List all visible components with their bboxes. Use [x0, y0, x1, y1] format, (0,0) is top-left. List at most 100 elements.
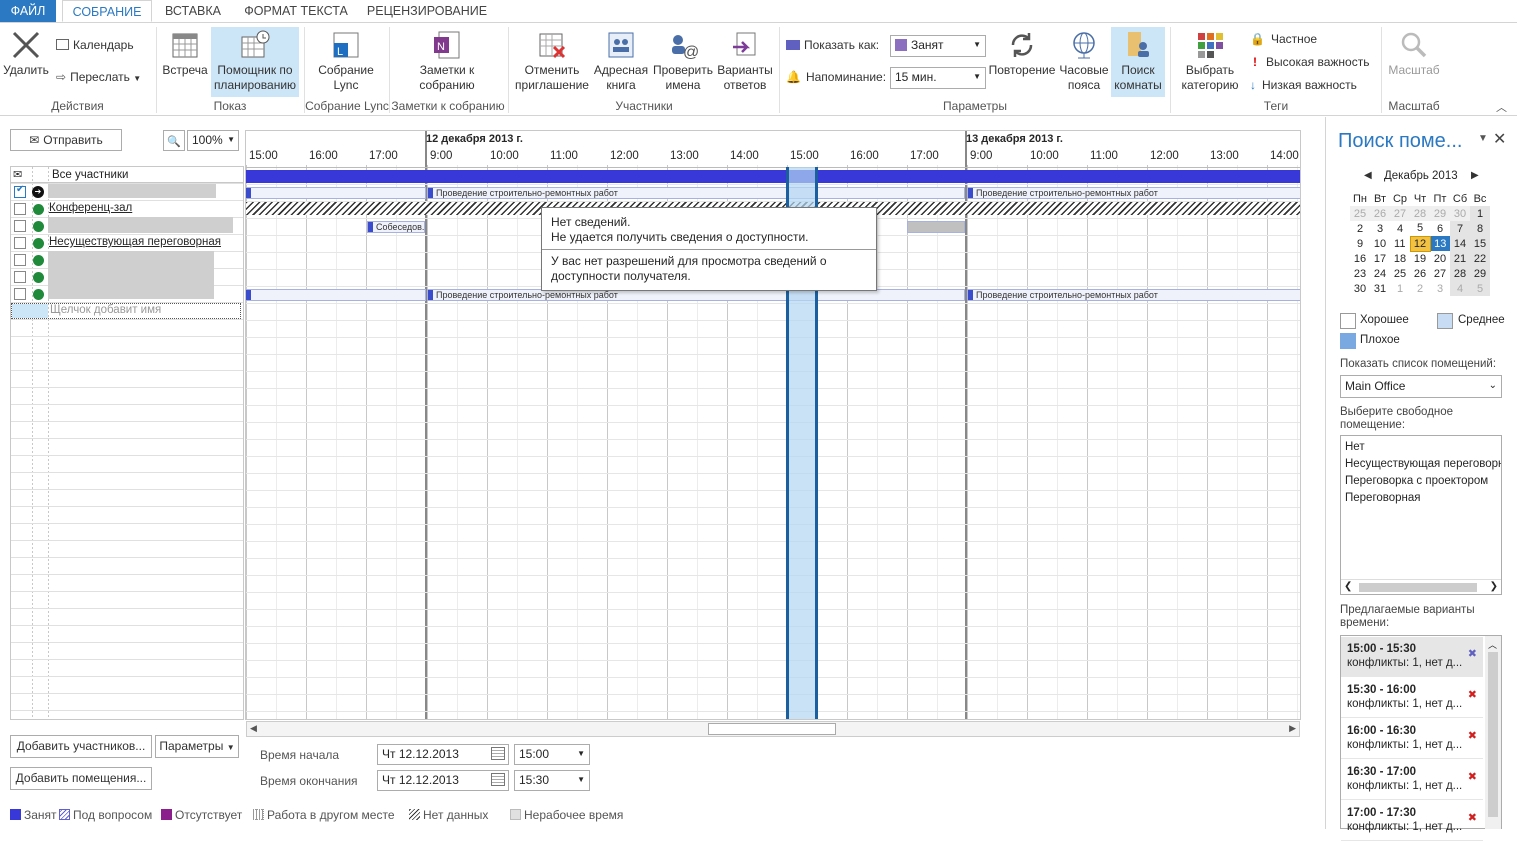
check-names-button[interactable]: @ Проверить имена [652, 29, 714, 93]
calendar-day[interactable]: 21 [1450, 251, 1470, 266]
calendar-day[interactable]: 7 [1450, 221, 1470, 236]
calendar-day[interactable]: 8 [1470, 221, 1490, 236]
close-icon[interactable]: ✕ [1493, 129, 1506, 149]
calendar-day[interactable]: 30 [1350, 281, 1370, 296]
scroll-up-icon[interactable]: ︿ [1488, 638, 1497, 651]
scroll-right-icon[interactable]: ▶ [1289, 723, 1296, 734]
calendar-day[interactable]: 30 [1450, 206, 1470, 221]
scroll-thumb[interactable] [708, 723, 836, 735]
suggested-time-item[interactable]: 17:00 - 17:30 конфликты: 1, нет д... ✖ [1341, 801, 1483, 841]
interview-event[interactable]: Собеседов... [367, 221, 425, 233]
suggested-time-item[interactable]: 16:00 - 16:30 конфликты: 1, нет д... ✖ [1341, 719, 1483, 759]
mini-calendar[interactable]: Пн Вт Ср Чт Пт Сб Вс 25 26 27 28 29 30 1 2 3 4 5 6 7 8 9 10 11 1… [1350, 191, 1490, 296]
next-month-icon[interactable]: ▶ [1471, 170, 1479, 181]
scroll-left-icon[interactable]: ❮ [1344, 581, 1352, 592]
room-option[interactable]: Несуществующая переговорн [1345, 456, 1501, 473]
send-button[interactable]: ✉ Отправить [10, 129, 122, 151]
attendee-checkbox[interactable] [14, 220, 26, 232]
calendar-day[interactable]: 26 [1410, 266, 1430, 281]
address-book-button[interactable]: Адресная книга [592, 29, 650, 93]
calendar-day[interactable]: 10 [1370, 236, 1390, 251]
calendar-day[interactable]: 2 [1410, 281, 1430, 296]
calendar-day[interactable]: 14 [1450, 236, 1470, 251]
zoom-icon-button[interactable]: 🔍 [163, 130, 185, 151]
calendar-day[interactable]: 27 [1430, 266, 1450, 281]
calendar-day[interactable]: 15 [1470, 236, 1490, 251]
reminder-select[interactable]: 15 мин. ▼ [890, 67, 986, 89]
tab-format-text[interactable]: ФОРМАТ ТЕКСТА [236, 0, 356, 22]
conference-room-name[interactable]: Конференц-зал [49, 202, 132, 214]
tab-insert[interactable]: ВСТАВКА [158, 0, 228, 22]
calendar-day[interactable]: 4 [1450, 281, 1470, 296]
room-finder-button[interactable]: Поиск комнаты [1111, 27, 1165, 97]
room-option[interactable]: Переговорка с проектором [1345, 473, 1497, 490]
scroll-left-icon[interactable]: ◀ [250, 723, 257, 734]
lync-meeting-button[interactable]: L Собрание Lync [310, 29, 382, 93]
suggested-time-item[interactable]: 16:30 - 17:00 конфликты: 1, нет д... ✖ [1341, 760, 1483, 800]
nonexistent-room-name[interactable]: Несуществующая переговорная [49, 236, 221, 248]
calendar-day[interactable]: 12 [1409, 235, 1431, 252]
calendar-day[interactable]: 25 [1350, 206, 1370, 221]
room-option[interactable]: Переговорная [1345, 490, 1497, 507]
calendar-day[interactable]: 6 [1430, 221, 1450, 236]
show-as-select[interactable]: Занят ▼ [890, 35, 986, 57]
calendar-day[interactable]: 31 [1370, 281, 1390, 296]
calendar-day[interactable]: 1 [1390, 281, 1410, 296]
scheduling-assistant-button[interactable]: Помощник по планированию [211, 27, 299, 97]
delete-button[interactable]: Удалить [2, 29, 50, 78]
calendar-day[interactable]: 16 [1350, 251, 1370, 266]
calendar-day[interactable]: 29 [1470, 266, 1490, 281]
add-attendees-button[interactable]: Добавить участников... [10, 735, 152, 758]
calendar-day[interactable]: 28 [1410, 206, 1430, 221]
tab-meeting[interactable]: СОБРАНИЕ [62, 0, 152, 22]
collapse-ribbon-icon[interactable]: ︿ [1496, 99, 1507, 115]
event-bar[interactable]: Проведение строительно-ремонтных работ [427, 187, 965, 199]
calendar-day[interactable]: 11 [1390, 236, 1410, 251]
suggested-vscrollbar[interactable]: ︿ [1485, 636, 1501, 829]
calendar-day[interactable]: 27 [1390, 206, 1410, 221]
scroll-thumb[interactable] [1488, 652, 1498, 817]
calendar-day[interactable]: 20 [1430, 251, 1450, 266]
forward-button[interactable]: ⇨ Переслать ▼ [56, 69, 141, 87]
meeting-notes-button[interactable]: N Заметки к собранию [405, 29, 489, 93]
schedule-grid[interactable]: 12 декабря 2013 г. 13 декабря 2013 г. 15… [245, 130, 1301, 720]
tentative-event[interactable] [907, 221, 965, 233]
add-rooms-button[interactable]: Добавить помещения... [10, 767, 152, 790]
calendar-day[interactable]: 1 [1470, 206, 1490, 221]
attendee-checkbox[interactable] [14, 203, 26, 215]
room-list-select[interactable]: Main Office ⌄ [1340, 375, 1502, 398]
calendar-day[interactable]: 3 [1430, 281, 1450, 296]
add-name-input[interactable]: Щелчок добавит имя [50, 304, 161, 316]
private-button[interactable]: 🔒 Частное [1250, 31, 1317, 47]
attendee-checkbox[interactable]: ✔ [14, 184, 26, 198]
end-date-field[interactable]: Чт 12.12.2013 [377, 770, 509, 791]
suggested-time-item[interactable]: 15:00 - 15:30 конфликты: 1, нет д... ✖ [1341, 637, 1483, 677]
calendar-day[interactable]: 24 [1370, 266, 1390, 281]
attendee-checkbox[interactable] [14, 288, 26, 300]
horizontal-scrollbar[interactable]: ◀ ▶ [246, 721, 1300, 737]
calendar-day[interactable]: 5 [1470, 281, 1490, 296]
event-bar[interactable]: Проведение строительно-ремонтных работ [967, 289, 1300, 301]
options-button[interactable]: Параметры ▼ [155, 735, 239, 758]
time-zones-button[interactable]: Часовые пояса [1057, 29, 1111, 93]
rooms-hscrollbar[interactable]: ❮ ❯ [1341, 579, 1501, 594]
calendar-day[interactable]: 25 [1390, 266, 1410, 281]
scroll-thumb[interactable] [1359, 583, 1477, 592]
recurrence-button[interactable]: Повторение [987, 29, 1057, 78]
calendar-day[interactable]: 23 [1350, 266, 1370, 281]
calendar-day[interactable]: 22 [1470, 251, 1490, 266]
calendar-day[interactable]: 3 [1370, 221, 1390, 236]
calendar-day[interactable]: 4 [1390, 221, 1410, 236]
cancel-invitation-button[interactable]: Отменить приглашение [512, 29, 592, 93]
suggested-time-item[interactable]: 15:30 - 16:00 конфликты: 1, нет д... ✖ [1341, 678, 1483, 718]
room-option[interactable]: Нет [1345, 439, 1497, 456]
low-importance-button[interactable]: ↓ Низкая важность [1250, 77, 1357, 93]
calendar-day[interactable]: 18 [1390, 251, 1410, 266]
attendee-checkbox[interactable] [14, 237, 26, 249]
pane-menu-icon[interactable]: ▼ [1478, 133, 1488, 144]
calendar-day[interactable]: 5 [1410, 221, 1430, 236]
event-bar[interactable]: Проведение строительно-ремонтных работ [967, 187, 1300, 199]
categorize-button[interactable]: Выбрать категорию [1174, 29, 1246, 93]
calendar-day[interactable]: 29 [1430, 206, 1450, 221]
scroll-right-icon[interactable]: ❯ [1490, 581, 1498, 592]
